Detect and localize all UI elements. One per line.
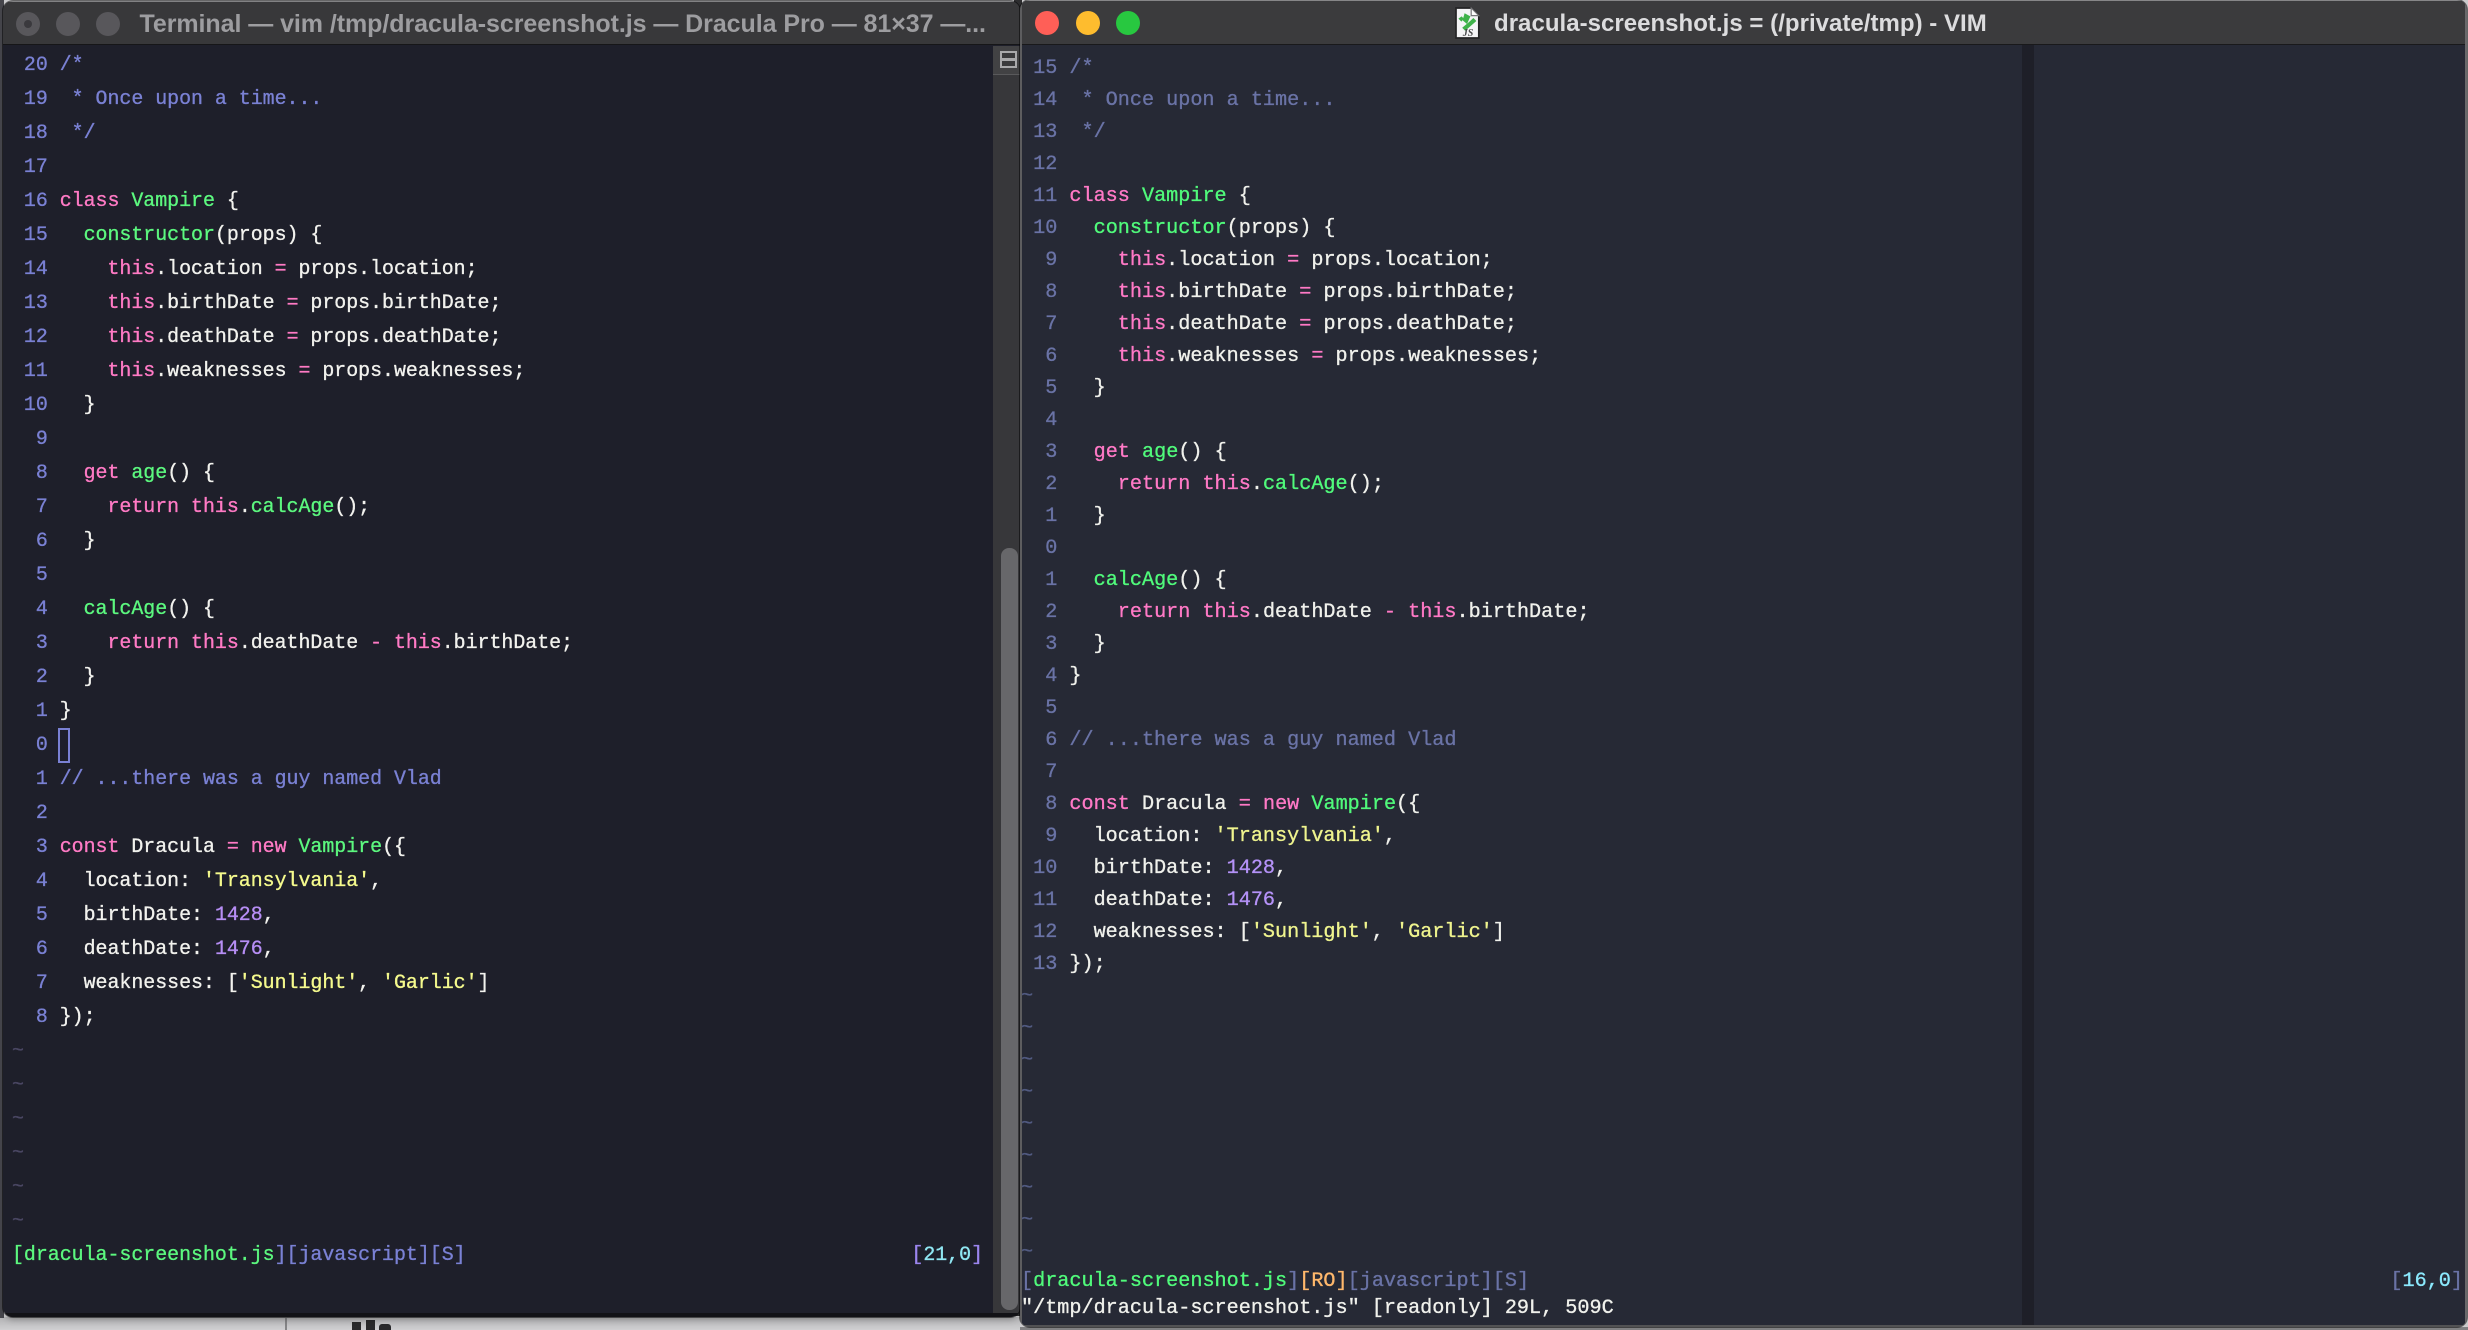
- svg-text:JS: JS: [1462, 28, 1474, 39]
